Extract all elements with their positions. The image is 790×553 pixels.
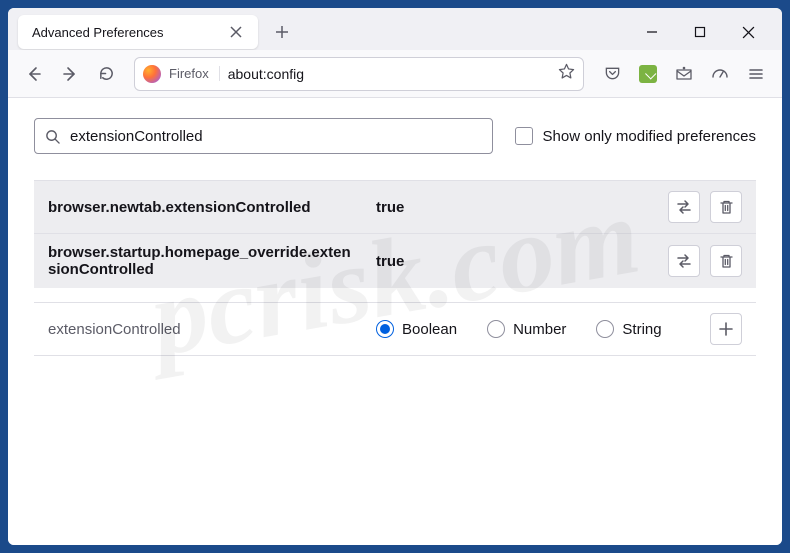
radio-boolean[interactable]: Boolean	[376, 320, 457, 338]
modified-only-checkbox[interactable]: Show only modified preferences	[515, 127, 756, 145]
add-pref-button[interactable]	[710, 313, 742, 345]
type-radios: Boolean Number String	[376, 320, 702, 338]
reload-button[interactable]	[90, 58, 122, 90]
radio-label: Boolean	[402, 321, 457, 338]
titlebar: Advanced Preferences	[8, 8, 782, 50]
pref-search-input[interactable]: extensionControlled	[34, 118, 493, 154]
new-pref-row: extensionControlled Boolean Number Strin…	[34, 302, 756, 356]
inbox-icon[interactable]	[668, 58, 700, 90]
search-value: extensionControlled	[70, 128, 203, 145]
close-window-button[interactable]	[734, 18, 762, 46]
app-menu-icon[interactable]	[740, 58, 772, 90]
tab-title: Advanced Preferences	[32, 25, 224, 40]
new-pref-name: extensionControlled	[48, 321, 368, 338]
about-config-content: extensionControlled Show only modified p…	[8, 98, 782, 545]
dashboard-icon[interactable]	[704, 58, 736, 90]
pref-row[interactable]: browser.newtab.extensionControlled true	[34, 180, 756, 233]
nav-toolbar: Firefox about:config	[8, 50, 782, 98]
pocket-icon[interactable]	[596, 58, 628, 90]
radio-icon	[376, 320, 394, 338]
close-tab-icon[interactable]	[224, 20, 248, 44]
modified-only-label: Show only modified preferences	[543, 128, 756, 145]
search-row: extensionControlled Show only modified p…	[34, 118, 756, 154]
checkbox-icon	[515, 127, 533, 145]
toggle-button[interactable]	[668, 245, 700, 277]
radio-icon	[487, 320, 505, 338]
window-controls	[638, 18, 772, 46]
forward-button[interactable]	[54, 58, 86, 90]
firefox-logo-icon	[143, 65, 161, 83]
radio-label: Number	[513, 321, 566, 338]
pref-name: browser.startup.homepage_override.extens…	[48, 244, 368, 278]
delete-button[interactable]	[710, 245, 742, 277]
radio-icon	[596, 320, 614, 338]
delete-button[interactable]	[710, 191, 742, 223]
toggle-button[interactable]	[668, 191, 700, 223]
radio-label: String	[622, 321, 661, 338]
radio-string[interactable]: String	[596, 320, 661, 338]
pref-row[interactable]: browser.startup.homepage_override.extens…	[34, 233, 756, 288]
url-text: about:config	[228, 66, 550, 82]
identity-label: Firefox	[169, 66, 220, 81]
search-icon	[45, 129, 60, 144]
minimize-button[interactable]	[638, 18, 666, 46]
new-tab-button[interactable]	[266, 16, 298, 48]
address-bar[interactable]: Firefox about:config	[134, 57, 584, 91]
maximize-button[interactable]	[686, 18, 714, 46]
pref-name: browser.newtab.extensionControlled	[48, 199, 368, 216]
extension-icon[interactable]	[632, 58, 664, 90]
browser-window: Advanced Preferences	[8, 8, 782, 545]
bookmark-star-icon[interactable]	[558, 63, 575, 85]
prefs-list: browser.newtab.extensionControlled true …	[34, 180, 756, 356]
pref-value: true	[376, 199, 660, 216]
browser-tab-active[interactable]: Advanced Preferences	[18, 15, 258, 49]
radio-number[interactable]: Number	[487, 320, 566, 338]
back-button[interactable]	[18, 58, 50, 90]
pref-value: true	[376, 253, 660, 270]
